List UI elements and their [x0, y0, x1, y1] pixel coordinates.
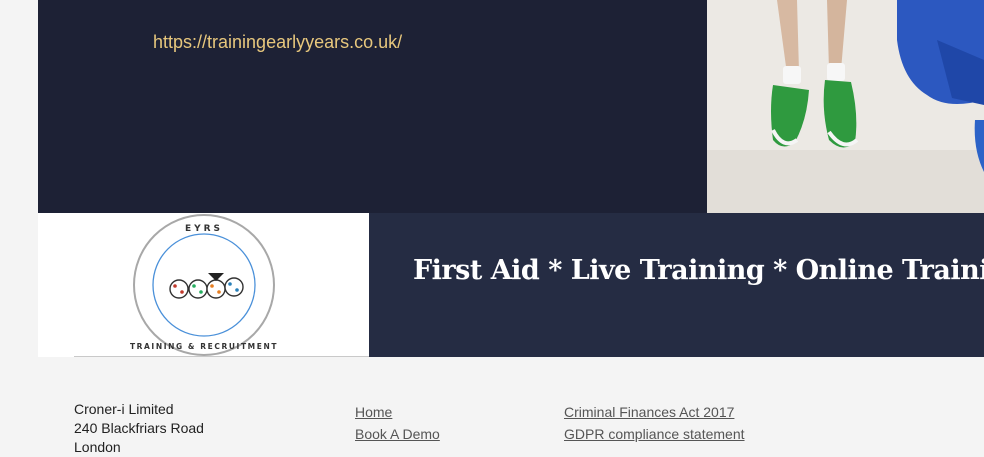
services-banner: First Aid * Live Training * Online Train… [369, 213, 984, 357]
address-line: 240 Blackfriars Road [74, 420, 204, 436]
jumping-child-illustration [707, 0, 984, 213]
address-line: Croner-i Limited [74, 401, 174, 417]
hero-photo [707, 0, 984, 213]
footer-link-book-demo[interactable]: Book A Demo [355, 423, 440, 445]
footer-nav-legal: Criminal Finances Act 2017 GDPR complian… [564, 401, 745, 445]
footer-address: Croner-i Limited 240 Blackfriars Road Lo… [74, 400, 204, 457]
address-line: London [74, 439, 121, 455]
footer-link-home[interactable]: Home [355, 401, 440, 423]
website-link[interactable]: https://trainingearlyyears.co.uk/ [153, 32, 402, 53]
logo-top-text: EYRS [185, 224, 223, 234]
eyrs-logo[interactable]: EYRS TRAINING & RECRUITMENT [38, 213, 369, 357]
footer-link-gdpr[interactable]: GDPR compliance statement [564, 423, 745, 445]
hero-panel: https://trainingearlyyears.co.uk/ [38, 0, 707, 213]
logo-panel: EYRS TRAINING & RECRUITMENT [38, 213, 369, 357]
footer-nav-primary: Home Book A Demo [355, 401, 440, 445]
banner-heading: First Aid * Live Training * Online Train… [413, 255, 984, 286]
divider [74, 356, 369, 357]
footer-link-criminal-finances[interactable]: Criminal Finances Act 2017 [564, 401, 745, 423]
logo-bottom-text: TRAINING & RECRUITMENT [130, 342, 278, 351]
